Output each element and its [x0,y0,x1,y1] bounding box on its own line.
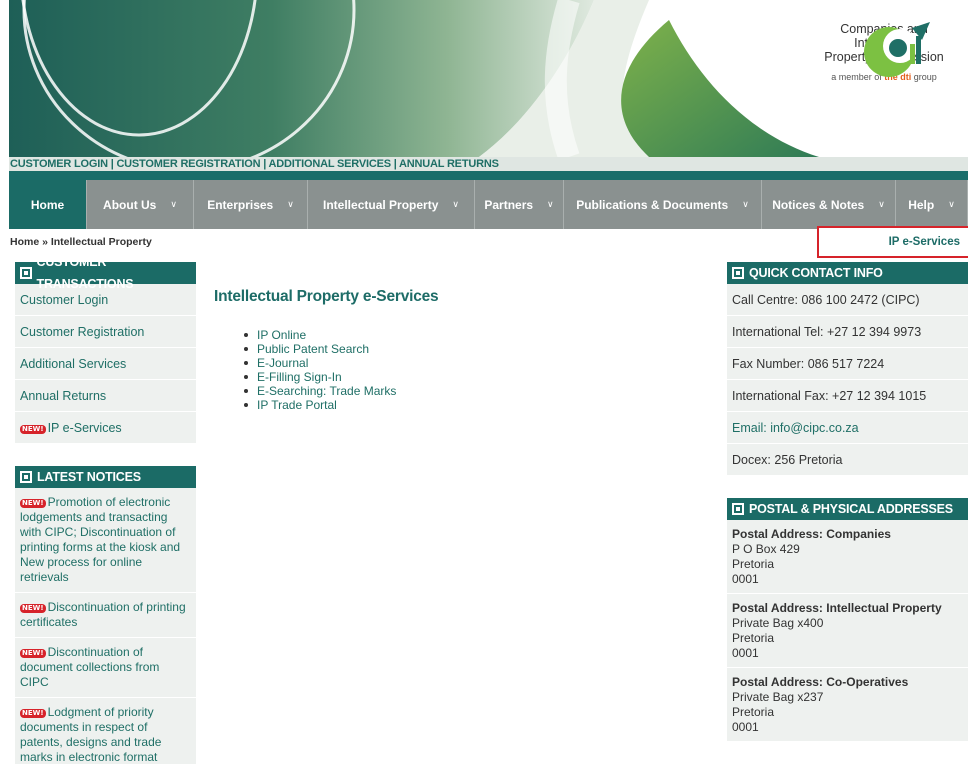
chevron-down-icon: ∨ [878,199,885,209]
link-e-journal[interactable]: E-Journal [244,356,438,370]
toplink-customer-registration[interactable]: CUSTOMER REGISTRATION [116,158,260,170]
address-block: Postal Address: Intellectual Property Pr… [727,594,968,668]
contact-email-link[interactable]: Email: info@cipc.co.za [727,412,968,444]
box-icon [20,471,32,483]
link-e-filling-sign-in[interactable]: E-Filling Sign-In [244,370,438,384]
ip-e-services-tab-label: IP e-Services [888,236,960,248]
quick-contact-header: QUICK CONTACT INFO [727,262,968,284]
link-ip-online[interactable]: IP Online [244,328,438,342]
sidebar-item-customer-registration[interactable]: Customer Registration [15,316,196,348]
toplink-customer-login[interactable]: CUSTOMER LOGIN [10,158,108,170]
contact-docex: Docex: 256 Pretoria [727,444,968,476]
contact-intl-fax: International Fax: +27 12 394 1015 [727,380,968,412]
new-badge: NEW! [20,709,46,718]
page-title: Intellectual Property e-Services [214,288,439,305]
cipc-logo-icon [864,22,930,77]
nav-item-intellectual-property[interactable]: Intellectual Property ∨ [308,180,475,229]
notice-item[interactable]: NEW! Promotion of electronic lodgements a… [15,488,196,593]
main-nav: Home About Us ∨ Enterprises ∨ Intellectual… [9,180,968,229]
header-banner: Companies and Intellectual Property Comm… [9,0,968,157]
header-divider [9,171,968,180]
nav-item-home[interactable]: Home [9,180,87,229]
link-public-patent-search[interactable]: Public Patent Search [244,342,438,356]
chevron-down-icon: ∨ [287,199,294,209]
chevron-down-icon: ∨ [948,199,955,209]
main-content: Intellectual Property e-Services IP Onli… [214,288,439,412]
contact-call-centre: Call Centre: 086 100 2472 (CIPC) [727,284,968,316]
address-block: Postal Address: Co-Operatives Private Ba… [727,668,968,742]
notice-item[interactable]: NEW! Discontinuation of printing certific… [15,593,196,638]
latest-notices-header: LATEST NOTICES [15,466,196,488]
toplink-additional-services[interactable]: ADDITIONAL SERVICES [269,158,392,170]
cipc-logo[interactable]: Companies and Intellectual Property Comm… [814,18,954,82]
new-badge: NEW! [20,425,46,434]
new-badge: NEW! [20,499,46,508]
ip-e-services-tab[interactable]: IP e-Services [817,226,968,258]
nav-item-help[interactable]: Help ∨ [896,180,968,229]
nav-item-enterprises[interactable]: Enterprises ∨ [194,180,308,229]
sidebar-item-annual-returns[interactable]: Annual Returns [15,380,196,412]
left-sidebar: CUSTOMER TRANSACTIONS Customer Login Cus… [15,255,196,764]
breadcrumb: Home » Intellectual Property [10,236,152,248]
box-icon [20,267,32,279]
addresses-header: POSTAL & PHYSICAL ADDRESSES [727,498,968,520]
chevron-down-icon: ∨ [452,199,459,209]
chevron-down-icon: ∨ [547,199,554,209]
ip-services-list: IP Online Public Patent Search E-Journal… [244,328,438,412]
right-sidebar: QUICK CONTACT INFO Call Centre: 086 100 … [727,262,968,742]
chevron-down-icon: ∨ [170,199,177,209]
new-badge: NEW! [20,649,46,658]
toplink-annual-returns[interactable]: ANNUAL RETURNS [399,158,499,170]
contact-fax: Fax Number: 086 517 7224 [727,348,968,380]
box-icon [732,503,744,515]
link-ip-trade-portal[interactable]: IP Trade Portal [244,398,438,412]
notice-item[interactable]: NEW! Discontinuation of document collecti… [15,638,196,698]
top-links-bar: CUSTOMER LOGIN | CUSTOMER REGISTRATION |… [9,157,968,171]
notice-item[interactable]: NEW! Lodgment of priority documents in re… [15,698,196,764]
nav-item-publications-documents[interactable]: Publications & Documents ∨ [564,180,762,229]
nav-item-partners[interactable]: Partners ∨ [475,180,564,229]
new-badge: NEW! [20,604,46,613]
contact-intl-tel: International Tel: +27 12 394 9973 [727,316,968,348]
address-block: Postal Address: Companies P O Box 429 Pr… [727,520,968,594]
nav-item-about-us[interactable]: About Us ∨ [87,180,194,229]
nav-item-notices-notes[interactable]: Notices & Notes ∨ [762,180,896,229]
sidebar-item-additional-services[interactable]: Additional Services [15,348,196,380]
link-e-searching-trade-marks[interactable]: E-Searching: Trade Marks [244,384,438,398]
customer-transactions-header: CUSTOMER TRANSACTIONS [15,255,196,291]
box-icon [732,267,744,279]
chevron-down-icon: ∨ [742,199,749,209]
sidebar-item-ip-e-services[interactable]: NEW! IP e-Services [15,412,196,444]
